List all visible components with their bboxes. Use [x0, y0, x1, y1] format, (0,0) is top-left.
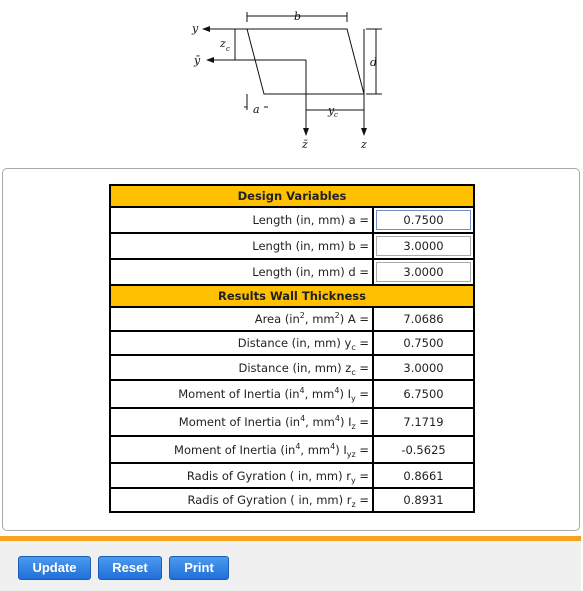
design-row: Length (in, mm) b =: [108, 232, 475, 260]
label-zc-sub: c: [226, 45, 230, 53]
label-b: b: [294, 10, 301, 23]
result-row: Moment of Inertia (in4, mm4) Iyz = -0.56…: [108, 435, 475, 464]
reset-button[interactable]: Reset: [98, 556, 162, 580]
result-label-yc: Distance (in, mm) yc =: [108, 330, 375, 356]
result-value-area: 7.0686: [372, 306, 475, 332]
result-row: Moment of Inertia (in4, mm4) Iy = 6.7500: [108, 379, 475, 409]
result-value-zc: 3.0000: [372, 354, 475, 381]
design-row: Length (in, mm) a =: [108, 206, 475, 234]
result-row: Distance (in, mm) zc = 3.0000: [108, 354, 475, 381]
label-yc-sub: c: [334, 111, 338, 119]
results-title: Results Wall Thickness: [109, 284, 475, 308]
result-value-rz: 0.8931: [372, 487, 475, 513]
result-label-ry: Radis of Gyration ( in, mm) ry =: [108, 462, 375, 489]
result-row: Moment of Inertia (in4, mm4) Iz = 7.1719: [108, 407, 475, 437]
result-value-yc: 0.7500: [372, 330, 475, 356]
print-button[interactable]: Print: [169, 556, 229, 580]
result-value-ry: 0.8661: [372, 462, 475, 489]
design-variables-title: Design Variables: [109, 184, 475, 208]
result-row: Radis of Gyration ( in, mm) rz = 0.8931: [108, 487, 475, 513]
result-row: Area (in2, mm2) A = 7.0686: [108, 306, 475, 332]
results-header: Results Wall Thickness: [109, 284, 475, 308]
button-bar: Update Reset Print: [0, 541, 581, 591]
length-a-input[interactable]: [376, 210, 471, 230]
result-label-iyz: Moment of Inertia (in4, mm4) Iyz =: [108, 435, 375, 464]
length-d-input[interactable]: [376, 262, 471, 282]
update-button[interactable]: Update: [18, 556, 91, 580]
label-ybar: ȳ: [193, 54, 201, 67]
result-value-iy: 6.7500: [372, 379, 475, 409]
length-b-input[interactable]: [376, 236, 471, 256]
result-label-zc: Distance (in, mm) zc =: [108, 354, 375, 381]
calculator-table: Design Variables Length (in, mm) a = Len…: [108, 184, 475, 513]
label-a: a: [253, 103, 260, 116]
result-row: Distance (in, mm) yc = 0.7500: [108, 330, 475, 356]
label-d: d: [370, 56, 377, 69]
z-section-diagram: b d a y ȳ z c y c z̄ z: [191, 10, 382, 150]
label-zbar: z̄: [301, 138, 308, 150]
result-label-rz: Radis of Gyration ( in, mm) rz =: [108, 487, 375, 513]
result-value-iyz: -0.5625: [372, 435, 475, 464]
design-row: Length (in, mm) d =: [108, 258, 475, 286]
design-variables-header: Design Variables: [109, 184, 475, 208]
design-label-d: Length (in, mm) d =: [108, 258, 375, 286]
label-zc: z: [219, 37, 226, 50]
result-label-area: Area (in2, mm2) A =: [108, 306, 375, 332]
design-label-a: Length (in, mm) a =: [108, 206, 375, 234]
result-label-iz: Moment of Inertia (in4, mm4) Iz =: [108, 407, 375, 437]
design-label-b: Length (in, mm) b =: [108, 232, 375, 260]
label-y: y: [191, 22, 199, 35]
result-row: Radis of Gyration ( in, mm) ry = 0.8661: [108, 462, 475, 489]
label-z: z: [360, 138, 367, 150]
result-label-iy: Moment of Inertia (in4, mm4) Iy =: [108, 379, 375, 409]
result-value-iz: 7.1719: [372, 407, 475, 437]
